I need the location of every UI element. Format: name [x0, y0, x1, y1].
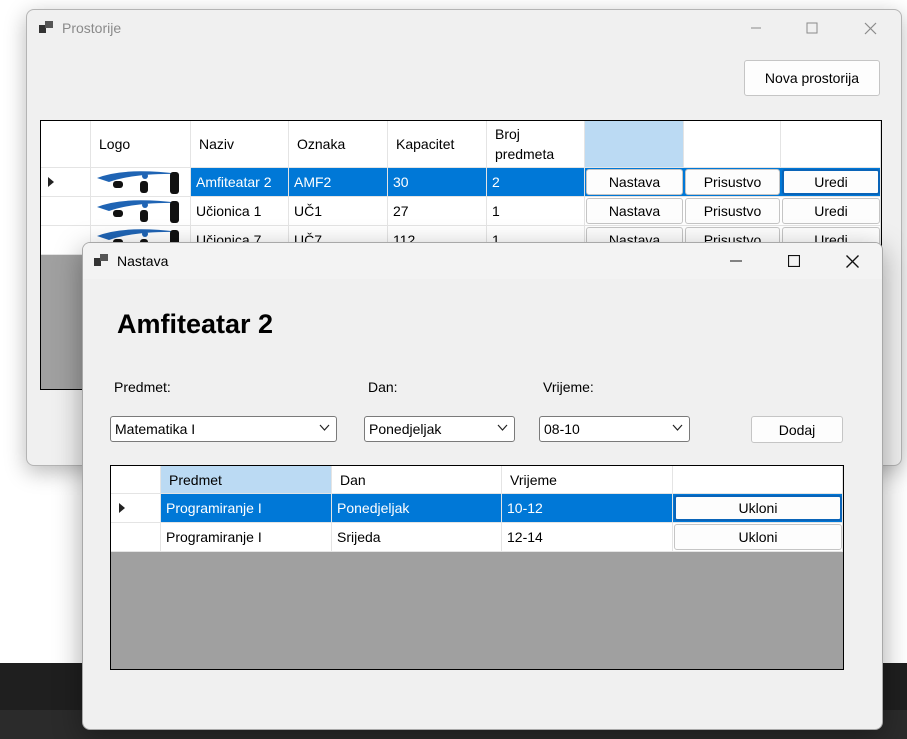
room-logo-icon [97, 200, 179, 223]
new-room-button[interactable]: Nova prostorija [744, 60, 880, 96]
uredi-button[interactable]: Uredi [782, 169, 880, 195]
dan-cell[interactable]: Srijeda [332, 523, 502, 552]
column-header-naziv[interactable]: Naziv [191, 121, 289, 168]
nastava-titlebar[interactable]: Nastava [83, 243, 882, 279]
row-selector[interactable] [41, 168, 91, 197]
column-header-prisustvo[interactable] [684, 121, 781, 168]
naziv-cell[interactable]: Učionica 1 [191, 197, 289, 226]
kapacitet-cell[interactable]: 27 [388, 197, 487, 226]
row-header-corner [41, 121, 91, 168]
schedule-grid: Predmet Dan Vrijeme Programiranje I Pone… [110, 465, 844, 670]
maximize-icon[interactable] [783, 10, 841, 46]
logo-cell [91, 197, 191, 226]
oznaka-cell[interactable]: UČ1 [289, 197, 388, 226]
vrijeme-select[interactable]: 08-10 [539, 416, 690, 442]
dan-cell[interactable]: Ponedjeljak [332, 494, 502, 523]
column-header-oznaka[interactable]: Oznaka [289, 121, 388, 168]
column-header-action[interactable] [673, 466, 843, 494]
table-row[interactable]: Programiranje I Srijeda 12-14 Ukloni [111, 523, 843, 552]
table-row[interactable]: Učionica 1 UČ1 27 1 Nastava Prisustvo Ur… [41, 197, 881, 226]
predmet-label: Predmet: [114, 379, 171, 395]
vrijeme-select-value: 08-10 [544, 421, 580, 437]
column-header-nastava[interactable] [585, 121, 684, 168]
window-title: Prostorije [62, 20, 122, 36]
column-header-vrijeme[interactable]: Vrijeme [502, 466, 673, 494]
dan-select-value: Ponedjeljak [369, 421, 442, 437]
column-header-kapacitet[interactable]: Kapacitet [388, 121, 487, 168]
prostorije-titlebar[interactable]: Prostorije [27, 10, 901, 46]
broj-predmeta-cell[interactable]: 1 [487, 197, 585, 226]
room-logo-icon [97, 171, 179, 194]
column-header-predmet[interactable]: Predmet [161, 466, 332, 494]
logo-cell [91, 168, 191, 197]
nastava-window: Nastava Amfiteatar 2 Predmet: Dan: Vrije… [82, 242, 883, 730]
chevron-down-icon [497, 424, 508, 431]
rooms-header-row: Logo Naziv Oznaka Kapacitet Broj predmet… [41, 121, 881, 168]
table-row[interactable]: Amfiteatar 2 AMF2 30 2 Nastava Prisustvo… [41, 168, 881, 197]
app-icon [39, 21, 54, 34]
column-header-uredi[interactable] [781, 121, 881, 168]
oznaka-cell[interactable]: AMF2 [289, 168, 388, 197]
vrijeme-cell[interactable]: 12-14 [502, 523, 673, 552]
column-header-dan[interactable]: Dan [332, 466, 502, 494]
add-button[interactable]: Dodaj [751, 416, 843, 443]
window-title: Nastava [117, 253, 169, 269]
row-selector[interactable] [111, 494, 161, 523]
vrijeme-label: Vrijeme: [543, 379, 594, 395]
schedule-header-row: Predmet Dan Vrijeme [111, 466, 843, 494]
app-icon [94, 254, 109, 267]
row-selector[interactable] [41, 197, 91, 226]
column-header-logo[interactable]: Logo [91, 121, 191, 168]
minimize-icon[interactable] [707, 243, 765, 279]
chevron-down-icon [319, 424, 330, 431]
uredi-button[interactable]: Uredi [782, 198, 880, 224]
predmet-cell[interactable]: Programiranje I [161, 494, 332, 523]
maximize-icon[interactable] [765, 243, 823, 279]
naziv-cell[interactable]: Amfiteatar 2 [191, 168, 289, 197]
predmet-select-value: Matematika I [115, 421, 196, 437]
close-icon[interactable] [823, 243, 881, 279]
nastava-button[interactable]: Nastava [586, 169, 683, 195]
minimize-icon[interactable] [727, 10, 785, 46]
column-header-broj-predmeta[interactable]: Broj predmeta [487, 121, 585, 168]
kapacitet-cell[interactable]: 30 [388, 168, 487, 197]
remove-button[interactable]: Ukloni [674, 524, 842, 550]
chevron-down-icon [672, 424, 683, 431]
predmet-cell[interactable]: Programiranje I [161, 523, 332, 552]
row-header-corner [111, 466, 161, 494]
predmet-select[interactable]: Matematika I [110, 416, 337, 442]
prisustvo-button[interactable]: Prisustvo [685, 198, 780, 224]
current-row-arrow-icon [119, 503, 125, 513]
dan-select[interactable]: Ponedjeljak [364, 416, 515, 442]
row-selector[interactable] [111, 523, 161, 552]
prisustvo-button[interactable]: Prisustvo [685, 169, 780, 195]
close-icon[interactable] [841, 10, 899, 46]
current-row-arrow-icon [48, 177, 54, 187]
nastava-button[interactable]: Nastava [586, 198, 683, 224]
vrijeme-cell[interactable]: 10-12 [502, 494, 673, 523]
room-heading: Amfiteatar 2 [117, 309, 274, 339]
broj-predmeta-cell[interactable]: 2 [487, 168, 585, 197]
remove-button[interactable]: Ukloni [674, 495, 842, 521]
dan-label: Dan: [368, 379, 398, 395]
table-row[interactable]: Programiranje I Ponedjeljak 10-12 Ukloni [111, 494, 843, 523]
